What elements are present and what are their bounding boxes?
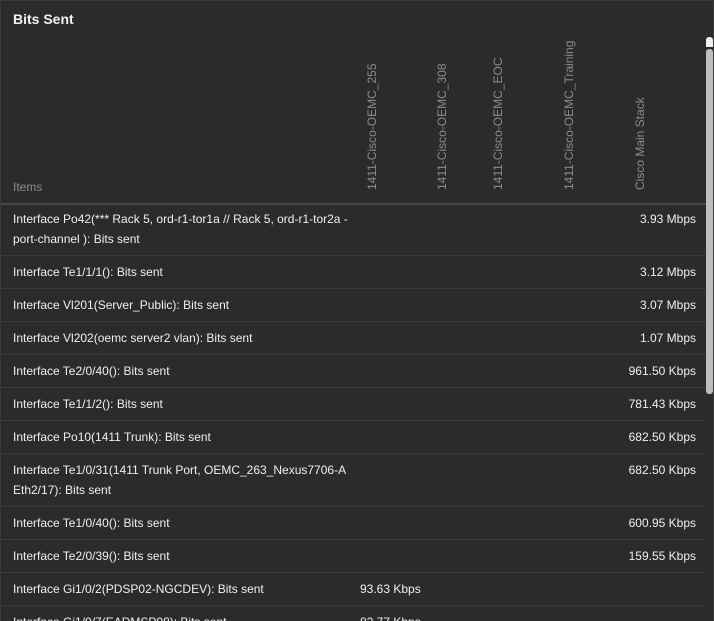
row-value-cisco-main-stack: 3.12 Mbps — [639, 265, 696, 279]
row-value-cisco-main-stack: 682.50 Kbps — [628, 463, 696, 477]
table-row[interactable]: Interface Te1/1/1(): Bits sent 3.12 Mbps — [1, 256, 707, 289]
row-item-name: Interface Po10(1411 Trunk): Bits sent — [13, 430, 211, 444]
table-row[interactable]: Interface Te2/0/40(): Bits sent 961.50 K… — [1, 355, 707, 388]
row-item-name: Interface Gi1/0/2(PDSP02-NGCDEV): Bits s… — [13, 582, 264, 596]
widget-title: Bits Sent — [13, 11, 74, 27]
row-item-name: Interface Te1/1/1(): Bits sent — [13, 265, 163, 279]
row-item-name: Interface Te1/1/2(): Bits sent — [13, 397, 163, 411]
row-item-name: Interface Te1/0/31(1411 Trunk Port, OEMC… — [13, 463, 346, 497]
table-row[interactable]: Interface Te1/1/2(): Bits sent 781.43 Kb… — [1, 388, 707, 421]
table-row[interactable]: Interface Vl201(Server_Public): Bits sen… — [1, 289, 707, 322]
row-item-name: Interface Gi1/0/7(EADMSP08): Bits sent — [13, 612, 358, 621]
scrollbar-thumb[interactable] — [706, 49, 713, 394]
table-row[interactable]: Interface Po42(*** Rack 5, ord-r1-tor1a … — [1, 203, 707, 256]
row-value-cisco-main-stack: 3.93 Mbps — [639, 212, 696, 226]
row-value-cisco-main-stack: 3.07 Mbps — [639, 298, 696, 312]
vertical-scrollbar[interactable] — [706, 37, 713, 621]
scroll-up-arrow[interactable] — [706, 37, 713, 47]
table-row[interactable]: Interface Vl202(oemc server2 vlan): Bits… — [1, 322, 707, 355]
row-value-oemc-255: 82.77 Kbps — [360, 612, 421, 621]
table-row[interactable]: Interface Gi1/0/7(EADMSP08): Bits sent 8… — [1, 606, 707, 621]
row-item-name: Interface Te2/0/39(): Bits sent — [13, 549, 170, 563]
row-value-cisco-main-stack: 1.07 Mbps — [639, 331, 696, 345]
table-row[interactable]: Interface Te1/0/31(1411 Trunk Port, OEMC… — [1, 454, 707, 507]
row-value-cisco-main-stack: 682.50 Kbps — [628, 430, 696, 444]
row-value-cisco-main-stack: 159.55 Kbps — [628, 549, 696, 563]
row-item-name: Interface Te2/0/40(): Bits sent — [13, 364, 170, 378]
row-item-name: Interface Te1/0/40(): Bits sent — [13, 516, 170, 530]
row-value-cisco-main-stack: 781.43 Kbps — [628, 397, 696, 411]
table-body: Interface Po42(*** Rack 5, ord-r1-tor1a … — [1, 203, 707, 621]
row-item-name: Interface Po42(*** Rack 5, ord-r1-tor1a … — [13, 212, 348, 246]
table-row[interactable]: Interface Gi1/0/2(PDSP02-NGCDEV): Bits s… — [1, 573, 707, 606]
row-value-cisco-main-stack: 961.50 Kbps — [628, 364, 696, 378]
bits-sent-widget: Bits Sent Items 1411-Cisco-OEMC_255 1411… — [0, 0, 714, 621]
table-row[interactable]: Interface Po10(1411 Trunk): Bits sent 68… — [1, 421, 707, 454]
row-item-name: Interface Vl202(oemc server2 vlan): Bits… — [13, 331, 253, 345]
table-row[interactable]: Interface Te2/0/39(): Bits sent 159.55 K… — [1, 540, 707, 573]
row-value-oemc-255: 93.63 Kbps — [360, 582, 421, 596]
items-column-header[interactable]: Items — [13, 180, 42, 194]
row-item-name: Interface Vl201(Server_Public): Bits sen… — [13, 298, 230, 312]
table-header: Items 1411-Cisco-OEMC_255 1411-Cisco-OEM… — [1, 37, 707, 205]
row-value-cisco-main-stack: 600.95 Kbps — [628, 516, 696, 530]
table-row[interactable]: Interface Te1/0/40(): Bits sent 600.95 K… — [1, 507, 707, 540]
